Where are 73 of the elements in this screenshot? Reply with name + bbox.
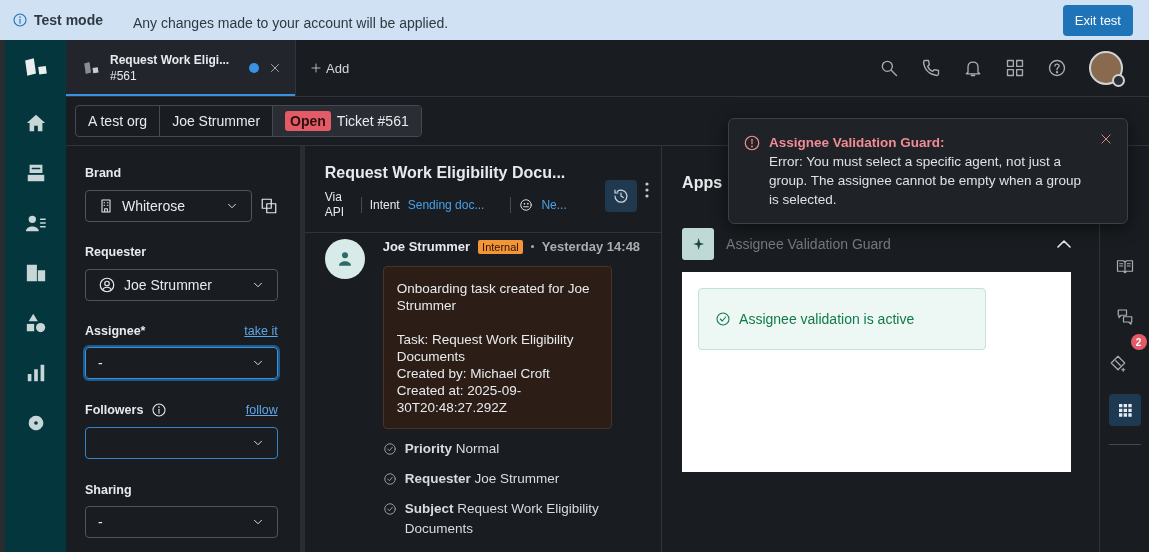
book-icon xyxy=(1115,257,1134,275)
check-circle-icon xyxy=(382,472,397,486)
popover-message: Error: You must select a specific agent, not just a group. The assignee cannot be empty when a group is selected. xyxy=(769,153,1082,209)
breadcrumb[interactable]: Open Ticket #561 xyxy=(273,106,421,136)
chevron-up-icon xyxy=(1057,240,1072,248)
intent-value[interactable]: Sending doc... xyxy=(407,198,485,212)
phone-icon xyxy=(921,58,941,78)
banner-message: Any changes made to your account will be applied. xyxy=(132,14,450,31)
add-tab-button[interactable]: Add xyxy=(310,60,350,76)
internal-badge: Internal xyxy=(478,239,523,254)
close-icon xyxy=(1099,132,1113,146)
chat-bubbles-icon xyxy=(1115,307,1134,325)
select-field[interactable]: - xyxy=(85,506,278,538)
select-field[interactable]: Whiterose xyxy=(85,189,252,222)
field-label: Requester xyxy=(85,245,147,260)
breadcrumb[interactable]: A test org xyxy=(76,106,161,136)
success-notice: Assignee validation is active xyxy=(698,288,987,350)
sentiment-value[interactable]: Ne... xyxy=(541,198,567,212)
select-field[interactable]: Joe Strummer xyxy=(85,268,278,301)
field-link[interactable]: follow xyxy=(245,403,278,418)
history-icon xyxy=(612,187,631,205)
tab-subtitle: #561 xyxy=(110,68,138,84)
home-icon xyxy=(24,112,47,134)
message-line: Created at: 2025-09-30T20:48:27.292Z xyxy=(396,382,523,416)
buildings-icon xyxy=(24,262,47,284)
field-label: Followers xyxy=(85,403,144,418)
message-line: Task: Request Work Eligibility Documents xyxy=(396,331,575,365)
shapes-icon xyxy=(24,312,47,334)
check-circle-icon xyxy=(382,442,397,456)
field-link[interactable]: take it xyxy=(244,323,278,338)
banner-label: Test mode xyxy=(34,12,103,28)
info-icon xyxy=(12,12,28,28)
intent-label: Intent xyxy=(369,198,400,212)
field-label: Brand xyxy=(85,166,122,181)
grid-icon xyxy=(1005,58,1025,78)
neutral-face-icon xyxy=(519,198,534,212)
change-text: Priority Normal xyxy=(404,440,500,458)
change-text: Subject Request Work Eligibility Documents xyxy=(404,500,600,538)
message-line: Onboarding task created for Joe Strummer xyxy=(396,280,591,314)
exit-test-button[interactable]: Exit test xyxy=(1062,4,1133,36)
channel-text: Via API xyxy=(324,190,345,220)
apps-title: Apps xyxy=(682,174,723,192)
close-icon xyxy=(269,62,281,74)
alert-icon xyxy=(743,134,761,152)
ticket-tab[interactable]: Request Work Eligi... #561 xyxy=(66,40,296,96)
select-field[interactable]: - xyxy=(85,347,278,380)
close-button[interactable] xyxy=(1099,131,1113,146)
ticket-title: Request Work Eligibility Docu... xyxy=(324,164,567,182)
plus-icon xyxy=(310,62,322,74)
count-badge: 2 xyxy=(1130,334,1147,350)
apps-grid-icon xyxy=(1116,402,1133,418)
check-circle-icon xyxy=(382,502,397,516)
rail-button[interactable] xyxy=(1108,394,1141,426)
logo-icon xyxy=(82,59,100,77)
field-label: Sharing xyxy=(85,482,132,497)
help-icon xyxy=(1047,58,1067,78)
history-button[interactable] xyxy=(605,180,638,212)
message-time: Yesterday 14:48 xyxy=(541,239,641,254)
check-circle-icon xyxy=(715,311,732,327)
message-line: Created by: Michael Croft xyxy=(396,365,551,382)
more-icon[interactable] xyxy=(645,182,650,198)
app-name[interactable]: Assignee Validation Guard xyxy=(726,236,1046,252)
tab-title: Request Work Eligi... xyxy=(110,52,231,68)
person-icon xyxy=(98,275,116,294)
popover-title: Assignee Validation Guard: xyxy=(769,134,946,152)
search-icon xyxy=(879,58,899,78)
status-badge: Open xyxy=(285,111,331,131)
user-avatar[interactable] xyxy=(1089,51,1123,85)
select-field[interactable] xyxy=(85,427,278,460)
field-label: Assignee* xyxy=(85,323,146,338)
building-icon xyxy=(98,197,114,214)
author-name: Joe Strummer xyxy=(382,239,471,254)
change-text: Requester Joe Strummer xyxy=(404,470,560,488)
